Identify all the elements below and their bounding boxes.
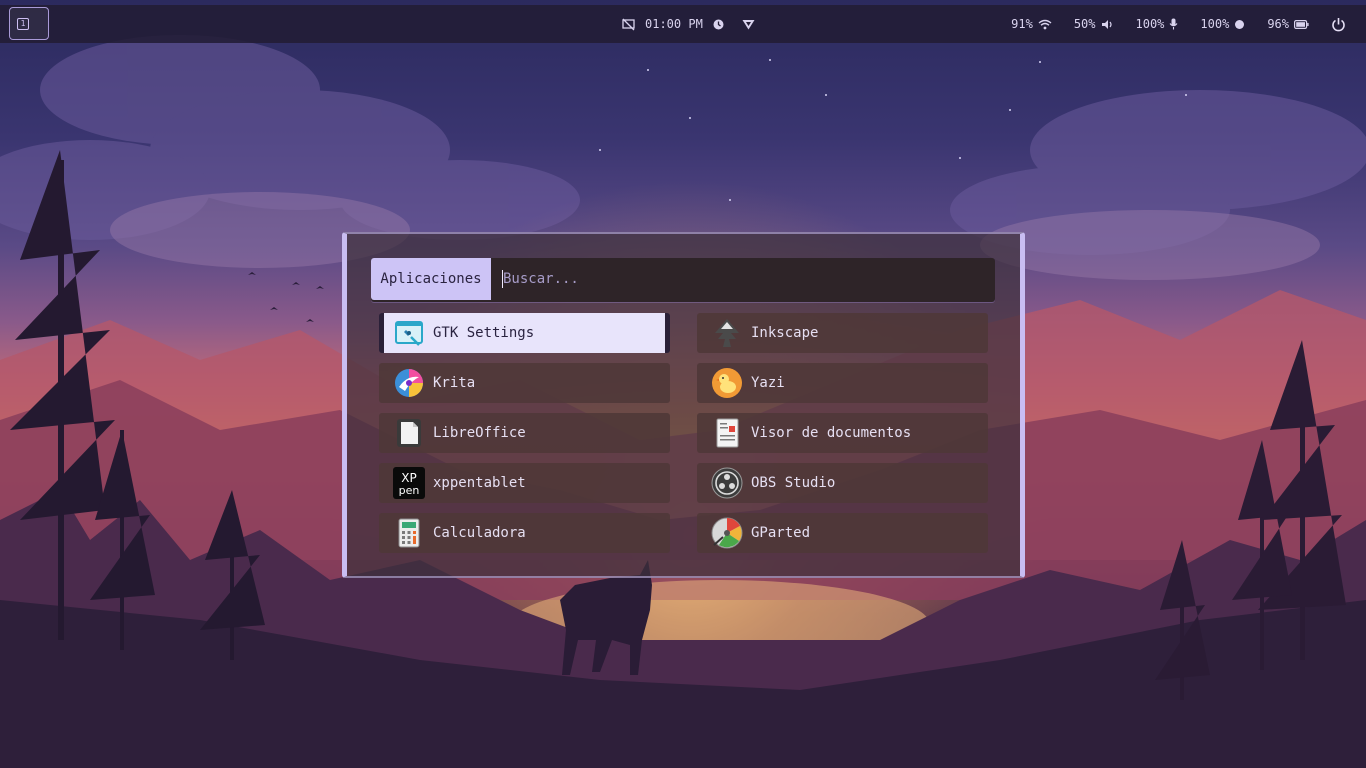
app-item-label: Visor de documentos: [751, 425, 912, 441]
app-item-label: GParted: [751, 525, 811, 541]
app-item-gtk-settings[interactable]: GTK Settings: [379, 313, 670, 353]
brightness-icon[interactable]: [1234, 19, 1245, 30]
top-panel: 1 01:00 PM 91% 50% 100% 100% 96%: [0, 5, 1366, 43]
battery-level: 96%: [1267, 17, 1289, 31]
app-item-document-viewer[interactable]: Visor de documentos: [697, 413, 988, 453]
xppen-logo-text-1: XP: [401, 471, 416, 485]
panel-center: 01:00 PM: [622, 16, 755, 32]
krita-icon: [393, 367, 425, 399]
app-item-label: Krita: [433, 375, 476, 391]
gtk-settings-icon: [393, 317, 425, 349]
document-viewer-icon: [711, 417, 743, 449]
microphone-icon[interactable]: [1169, 18, 1178, 30]
wifi-icon[interactable]: [1038, 19, 1052, 30]
app-item-krita[interactable]: Krita: [379, 363, 670, 403]
app-item-xppentablet[interactable]: XP pen xppentablet: [379, 463, 670, 503]
search-input[interactable]: [501, 264, 983, 294]
workspace-indicator-icon: 1: [17, 18, 29, 30]
libreoffice-icon: [393, 417, 425, 449]
xppen-icon: XP pen: [393, 467, 425, 499]
vpn-shield-icon[interactable]: [742, 19, 755, 30]
app-item-label: OBS Studio: [751, 475, 836, 491]
clock-icon: [713, 19, 724, 30]
app-item-label: LibreOffice: [433, 425, 526, 441]
app-item-libreoffice[interactable]: LibreOffice: [379, 413, 670, 453]
app-item-label: Calculadora: [433, 525, 526, 541]
launcher-search-bar: Aplicaciones: [371, 258, 995, 302]
battery-icon[interactable]: [1294, 19, 1309, 29]
volume-level: 50%: [1073, 17, 1096, 31]
panel-status: 91% 50% 100% 100% 96%: [1011, 16, 1346, 32]
gparted-icon: [711, 517, 743, 549]
mic-level: 100%: [1135, 17, 1165, 31]
app-launcher: Aplicaciones GTK Settings Inkscape Krita…: [342, 232, 1025, 578]
volume-icon[interactable]: [1101, 19, 1114, 30]
app-item-gparted[interactable]: GParted: [697, 513, 988, 553]
text-caret: [502, 270, 503, 288]
mode-tab-applications[interactable]: Aplicaciones: [371, 258, 491, 300]
app-item-yazi[interactable]: Yazi: [697, 363, 988, 403]
xppen-logo-text-2: pen: [399, 484, 420, 497]
workspace-button[interactable]: 1: [9, 7, 49, 40]
calculator-icon: [393, 517, 425, 549]
clock-label[interactable]: 01:00 PM: [645, 17, 703, 31]
obs-studio-icon: [711, 467, 743, 499]
power-icon[interactable]: [1331, 17, 1346, 32]
app-item-label: xppentablet: [433, 475, 526, 491]
yazi-icon: [711, 367, 743, 399]
app-item-label: Inkscape: [751, 325, 819, 341]
app-item-inkscape[interactable]: Inkscape: [697, 313, 988, 353]
brightness-level: 100%: [1200, 17, 1230, 31]
app-item-calculadora[interactable]: Calculadora: [379, 513, 670, 553]
inkscape-icon: [711, 317, 743, 349]
screen-share-off-icon[interactable]: [622, 18, 635, 31]
app-item-label: GTK Settings: [433, 325, 535, 341]
wifi-level: 91%: [1011, 17, 1033, 31]
app-item-label: Yazi: [751, 375, 785, 391]
app-item-obs-studio[interactable]: OBS Studio: [697, 463, 988, 503]
